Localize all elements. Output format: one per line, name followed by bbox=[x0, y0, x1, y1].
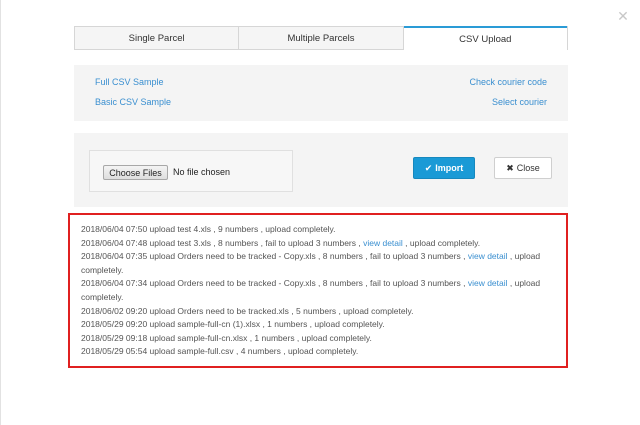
log-entry: 2018/05/29 05:54 upload sample-full.csv … bbox=[81, 346, 359, 357]
close-button-label: Close bbox=[516, 163, 540, 173]
full-csv-sample-link[interactable]: Full CSV Sample bbox=[95, 77, 164, 87]
log-entry: 2018/05/29 09:20 upload sample-full-cn (… bbox=[81, 319, 385, 330]
log-entry: 2018/06/04 07:34 upload Orders need to b… bbox=[81, 278, 541, 302]
upload-modal: ✕ Single Parcel Multiple Parcels CSV Upl… bbox=[0, 0, 640, 425]
upload-panel: Choose Files No file chosen ✔ Import ✖ C… bbox=[74, 133, 568, 207]
log-entry: 2018/06/02 09:20 upload Orders need to b… bbox=[81, 305, 414, 316]
file-status-text: No file chosen bbox=[173, 167, 231, 177]
tab-bar: Single Parcel Multiple Parcels CSV Uploa… bbox=[74, 26, 568, 50]
import-button-label: Import bbox=[435, 163, 464, 173]
log-entry: 2018/05/29 09:18 upload sample-full-cn.x… bbox=[81, 332, 372, 343]
select-courier-link[interactable]: Select courier bbox=[492, 97, 547, 107]
check-courier-code-link[interactable]: Check courier code bbox=[469, 77, 547, 87]
sample-links-panel: Full CSV Sample Basic CSV Sample Check c… bbox=[74, 65, 568, 121]
check-icon: ✔ bbox=[424, 162, 433, 173]
upload-log: 2018/06/04 07:50 upload test 4.xls , 9 n… bbox=[68, 213, 568, 368]
modal-close-icon[interactable]: ✕ bbox=[616, 9, 630, 23]
log-entry: 2018/06/04 07:50 upload test 4.xls , 9 n… bbox=[81, 224, 336, 234]
view-detail-link[interactable]: view detail bbox=[468, 251, 508, 261]
close-button[interactable]: ✖ Close bbox=[494, 157, 552, 179]
view-detail-link[interactable]: view detail bbox=[363, 238, 403, 248]
import-button[interactable]: ✔ Import bbox=[413, 157, 475, 179]
log-entry: 2018/06/04 07:48 upload test 3.xls , 8 n… bbox=[81, 237, 481, 248]
tab-csv-upload[interactable]: CSV Upload bbox=[403, 26, 567, 50]
basic-csv-sample-link[interactable]: Basic CSV Sample bbox=[95, 97, 171, 107]
log-entry: 2018/06/04 07:35 upload Orders need to b… bbox=[81, 251, 541, 275]
file-input-box: Choose Files No file chosen bbox=[89, 150, 293, 192]
tab-single-parcel[interactable]: Single Parcel bbox=[75, 27, 240, 49]
choose-files-button[interactable]: Choose Files bbox=[103, 165, 168, 180]
tab-multiple-parcels[interactable]: Multiple Parcels bbox=[239, 27, 404, 49]
x-icon: ✖ bbox=[506, 162, 514, 173]
view-detail-link[interactable]: view detail bbox=[468, 278, 508, 288]
